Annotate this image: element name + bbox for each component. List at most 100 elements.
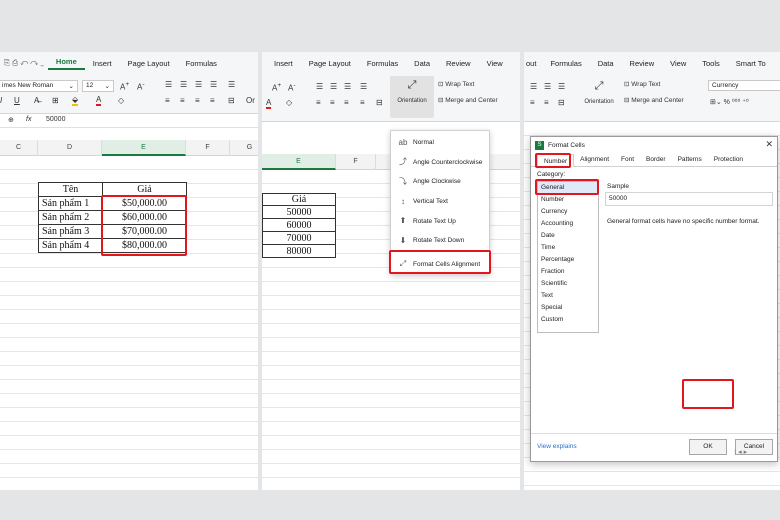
- view-explains-link[interactable]: View explains: [537, 443, 577, 450]
- tab-smart-tools[interactable]: Smart To: [728, 59, 774, 68]
- category-item-currency[interactable]: Currency: [538, 206, 598, 218]
- tab-home[interactable]: Home: [47, 57, 85, 70]
- align-bottom-icon[interactable]: ☰: [344, 82, 351, 91]
- align-right-icon[interactable]: ≡: [344, 98, 349, 107]
- align-center-icon[interactable]: ≡: [180, 96, 185, 105]
- tab-review[interactable]: Review: [438, 59, 479, 68]
- strikethrough-icon[interactable]: A̶: [34, 96, 39, 105]
- cell-value[interactable]: 50000: [262, 205, 336, 219]
- close-icon[interactable]: ✕: [765, 139, 773, 150]
- tab-data[interactable]: Data: [406, 59, 438, 68]
- merge-center-button[interactable]: ⊟ Merge and Center: [624, 96, 684, 104]
- tab-font[interactable]: Font: [615, 153, 640, 166]
- cell-price[interactable]: $60,000.00: [102, 210, 187, 225]
- menu-item-angle-clockwise[interactable]: ⤵ Angle Clockwise: [391, 172, 489, 192]
- menu-item-rotate-text-down[interactable]: ⬇ Rotate Text Down: [391, 231, 489, 251]
- tab-insert[interactable]: Insert: [266, 59, 301, 68]
- cell-value[interactable]: 80000: [262, 244, 336, 258]
- tab-review[interactable]: Review: [622, 59, 663, 68]
- tab-border[interactable]: Border: [640, 153, 672, 166]
- tab-view[interactable]: View: [662, 59, 694, 68]
- font-color-icon[interactable]: A: [96, 95, 102, 106]
- category-item-custom[interactable]: Custom: [538, 314, 598, 326]
- column-header-f[interactable]: F: [186, 140, 230, 156]
- menu-item-rotate-text-up[interactable]: ⬆ Rotate Text Up: [391, 211, 489, 231]
- column-header-e[interactable]: E: [262, 154, 336, 170]
- merge-icon[interactable]: ⊟: [558, 98, 565, 107]
- cell-name[interactable]: Sản phẩm 1: [38, 196, 103, 211]
- increase-font-icon[interactable]: A+: [272, 82, 281, 93]
- category-item-number[interactable]: Number: [538, 194, 598, 206]
- decrease-font-icon[interactable]: A-: [288, 82, 296, 93]
- underline-icon[interactable]: U: [14, 96, 20, 105]
- cell-value[interactable]: 60000: [262, 218, 336, 232]
- orientation-icon[interactable]: Or: [246, 96, 255, 105]
- category-item-special[interactable]: Special: [538, 302, 598, 314]
- decrease-font-icon[interactable]: A-: [137, 81, 145, 92]
- cell-price[interactable]: $70,000.00: [102, 224, 187, 239]
- justify-icon[interactable]: ≡: [360, 98, 365, 107]
- align-bottom-icon[interactable]: ☰: [558, 82, 565, 91]
- tab-page-layout[interactable]: Page Layout: [120, 59, 178, 68]
- border-icon[interactable]: ⊞: [52, 96, 59, 105]
- number-format-dropdown[interactable]: Currency: [708, 80, 780, 91]
- indent-icon[interactable]: ☰: [210, 80, 217, 89]
- category-item-general[interactable]: General: [538, 182, 598, 194]
- tab-view[interactable]: View: [479, 59, 511, 68]
- indent-icon[interactable]: ☰: [360, 82, 367, 91]
- align-left-icon[interactable]: ≡: [316, 98, 321, 107]
- outdent-icon[interactable]: ☰: [228, 80, 235, 89]
- cell-name[interactable]: Sản phẩm 4: [38, 238, 103, 253]
- menu-item-angle-counterclockwise[interactable]: ⤴ Angle Counterclockwise: [391, 153, 489, 173]
- wrap-text-button[interactable]: ⊡ Wrap Text: [438, 80, 474, 88]
- category-item-percentage[interactable]: Percentage: [538, 254, 598, 266]
- category-item-time[interactable]: Time: [538, 242, 598, 254]
- currency-format-icon[interactable]: ⊞⌄ % ⁰⁰⁰ ⁺⁰: [710, 98, 749, 106]
- menu-item-vertical-text[interactable]: ↕ Vertical Text: [391, 192, 489, 212]
- merge-center-button[interactable]: ⊟ Merge and Center: [438, 96, 498, 104]
- tab-data[interactable]: Data: [590, 59, 622, 68]
- column-header-g[interactable]: G: [230, 140, 258, 156]
- cell-name[interactable]: Sản phẩm 3: [38, 224, 103, 239]
- cell-value[interactable]: 70000: [262, 231, 336, 245]
- font-name-dropdown[interactable]: imes New Roman ⌄: [0, 80, 78, 92]
- clear-format-icon[interactable]: ◇: [118, 96, 124, 105]
- header-ten[interactable]: Tên: [38, 182, 103, 197]
- cell-price[interactable]: $50,000.00: [102, 196, 187, 211]
- category-item-fraction[interactable]: Fraction: [538, 266, 598, 278]
- scroll-indicator[interactable]: ⁝ ◂ ▸: [734, 448, 747, 456]
- increase-font-icon[interactable]: A+: [120, 81, 129, 92]
- italic-icon[interactable]: I: [0, 96, 2, 105]
- merge-icon[interactable]: ⊟: [228, 96, 235, 105]
- tab-patterns[interactable]: Patterns: [672, 153, 708, 166]
- orientation-button[interactable]: ⤢ Orientation: [578, 78, 620, 118]
- align-bottom-icon[interactable]: ☰: [195, 80, 202, 89]
- category-item-date[interactable]: Date: [538, 230, 598, 242]
- column-header-f[interactable]: F: [336, 154, 376, 170]
- tab-formulas[interactable]: Formulas: [542, 59, 589, 68]
- tab-page-layout[interactable]: Page Layout: [301, 59, 359, 68]
- column-header-c[interactable]: C: [0, 140, 38, 156]
- cell-name[interactable]: Sản phẩm 2: [38, 210, 103, 225]
- align-top-icon[interactable]: ☰: [165, 80, 172, 89]
- tab-page-layout[interactable]: out: [524, 59, 542, 68]
- column-header-e[interactable]: E: [102, 140, 186, 156]
- tab-number[interactable]: Number: [537, 154, 575, 167]
- align-top-icon[interactable]: ☰: [530, 82, 537, 91]
- header-gia[interactable]: Giá: [102, 182, 187, 197]
- fill-color-icon[interactable]: ⬙: [72, 95, 79, 106]
- align-right-icon[interactable]: ≡: [195, 96, 200, 105]
- ok-button[interactable]: OK: [689, 439, 727, 455]
- tab-tools[interactable]: Tools: [694, 59, 728, 68]
- wrap-text-button[interactable]: ⊡ Wrap Text: [624, 80, 660, 88]
- header-gia[interactable]: Giá: [262, 193, 336, 206]
- align-left-icon[interactable]: ≡: [530, 98, 535, 107]
- tab-alignment[interactable]: Alignment: [574, 153, 615, 166]
- fx-icon[interactable]: fx: [26, 116, 31, 123]
- category-item-scientific[interactable]: Scientific: [538, 278, 598, 290]
- font-size-dropdown[interactable]: 12 ⌄: [82, 80, 114, 92]
- align-center-icon[interactable]: ≡: [330, 98, 335, 107]
- align-center-icon[interactable]: ≡: [544, 98, 549, 107]
- category-item-text[interactable]: Text: [538, 290, 598, 302]
- align-top-icon[interactable]: ☰: [316, 82, 323, 91]
